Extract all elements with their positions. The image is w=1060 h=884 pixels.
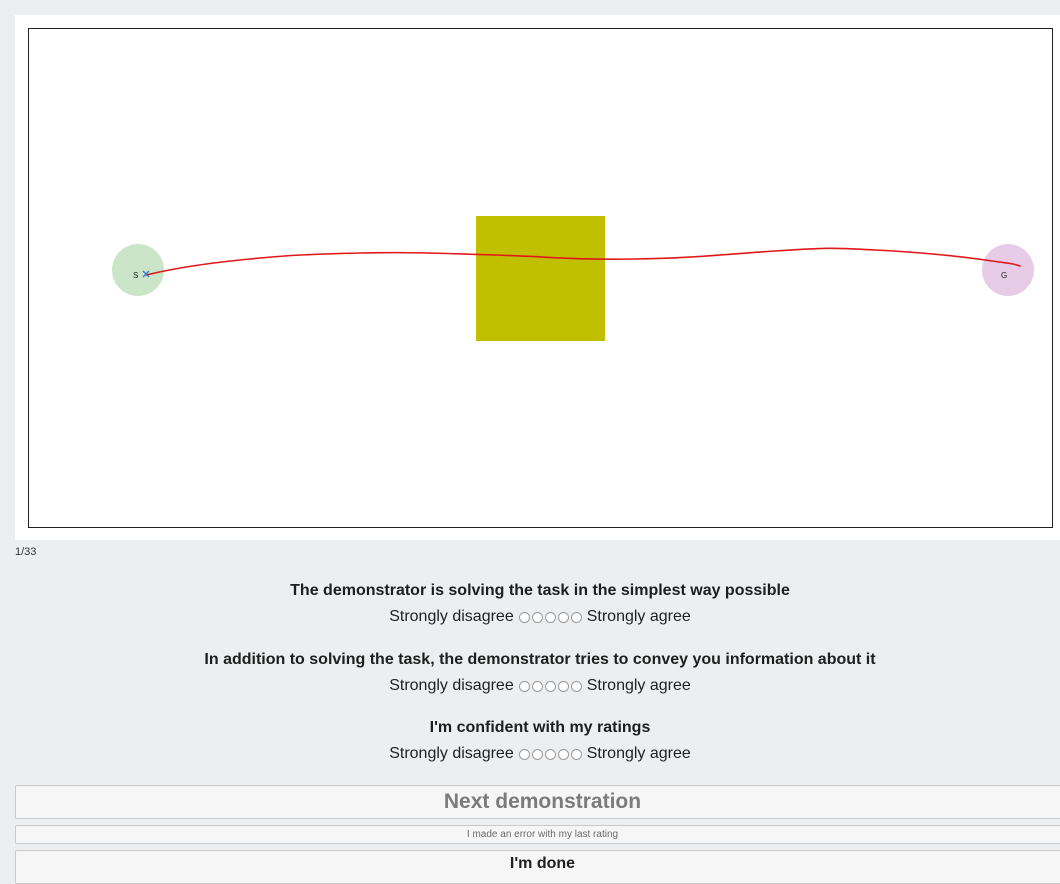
demonstration-panel: S G xyxy=(15,15,1060,540)
next-demonstration-button[interactable]: Next demonstration xyxy=(15,785,1060,819)
question-prompt: The demonstrator is solving the task in … xyxy=(290,582,790,599)
radio-option-2[interactable] xyxy=(531,748,543,760)
radio-option-3[interactable] xyxy=(544,748,556,760)
scale-right-label: Strongly agree xyxy=(586,677,691,694)
radio-option-5[interactable] xyxy=(570,611,582,623)
scale-left-label: Strongly disagree xyxy=(389,745,514,762)
done-button[interactable]: I'm done xyxy=(15,850,1060,884)
question-convey-information: In addition to solving the task, the dem… xyxy=(15,650,1060,696)
report-error-button[interactable]: I made an error with my last rating xyxy=(15,825,1060,844)
radio-option-5[interactable] xyxy=(570,680,582,692)
radio-option-2[interactable] xyxy=(531,680,543,692)
radio-option-4[interactable] xyxy=(557,611,569,623)
radio-option-1[interactable] xyxy=(518,611,530,623)
question-confidence: I'm confident with my ratings Strongly d… xyxy=(15,718,1060,764)
obstacle-square xyxy=(476,216,605,341)
scale-left-label: Strongly disagree xyxy=(389,608,514,625)
question-simplest-way: The demonstrator is solving the task in … xyxy=(15,581,1060,627)
scale-left-label: Strongly disagree xyxy=(389,677,514,694)
radio-option-2[interactable] xyxy=(531,611,543,623)
demonstration-canvas: S G xyxy=(28,28,1053,528)
radio-option-5[interactable] xyxy=(570,748,582,760)
likert-scale: Strongly disagree Strongly agree xyxy=(15,744,1060,764)
progress-counter: 1/33 xyxy=(15,546,37,558)
radio-option-4[interactable] xyxy=(557,680,569,692)
radio-option-3[interactable] xyxy=(544,611,556,623)
goal-label: G xyxy=(1001,271,1007,280)
likert-scale: Strongly disagree Strongly agree xyxy=(15,607,1060,627)
radio-option-3[interactable] xyxy=(544,680,556,692)
radio-option-1[interactable] xyxy=(518,680,530,692)
radio-option-1[interactable] xyxy=(518,748,530,760)
start-region xyxy=(112,244,164,296)
scale-right-label: Strongly agree xyxy=(586,608,691,625)
question-prompt: In addition to solving the task, the dem… xyxy=(204,651,876,668)
likert-scale: Strongly disagree Strongly agree xyxy=(15,676,1060,696)
start-label: S xyxy=(133,271,138,280)
radio-option-4[interactable] xyxy=(557,748,569,760)
scale-right-label: Strongly agree xyxy=(586,745,691,762)
goal-region xyxy=(982,244,1034,296)
question-prompt: I'm confident with my ratings xyxy=(429,719,651,736)
